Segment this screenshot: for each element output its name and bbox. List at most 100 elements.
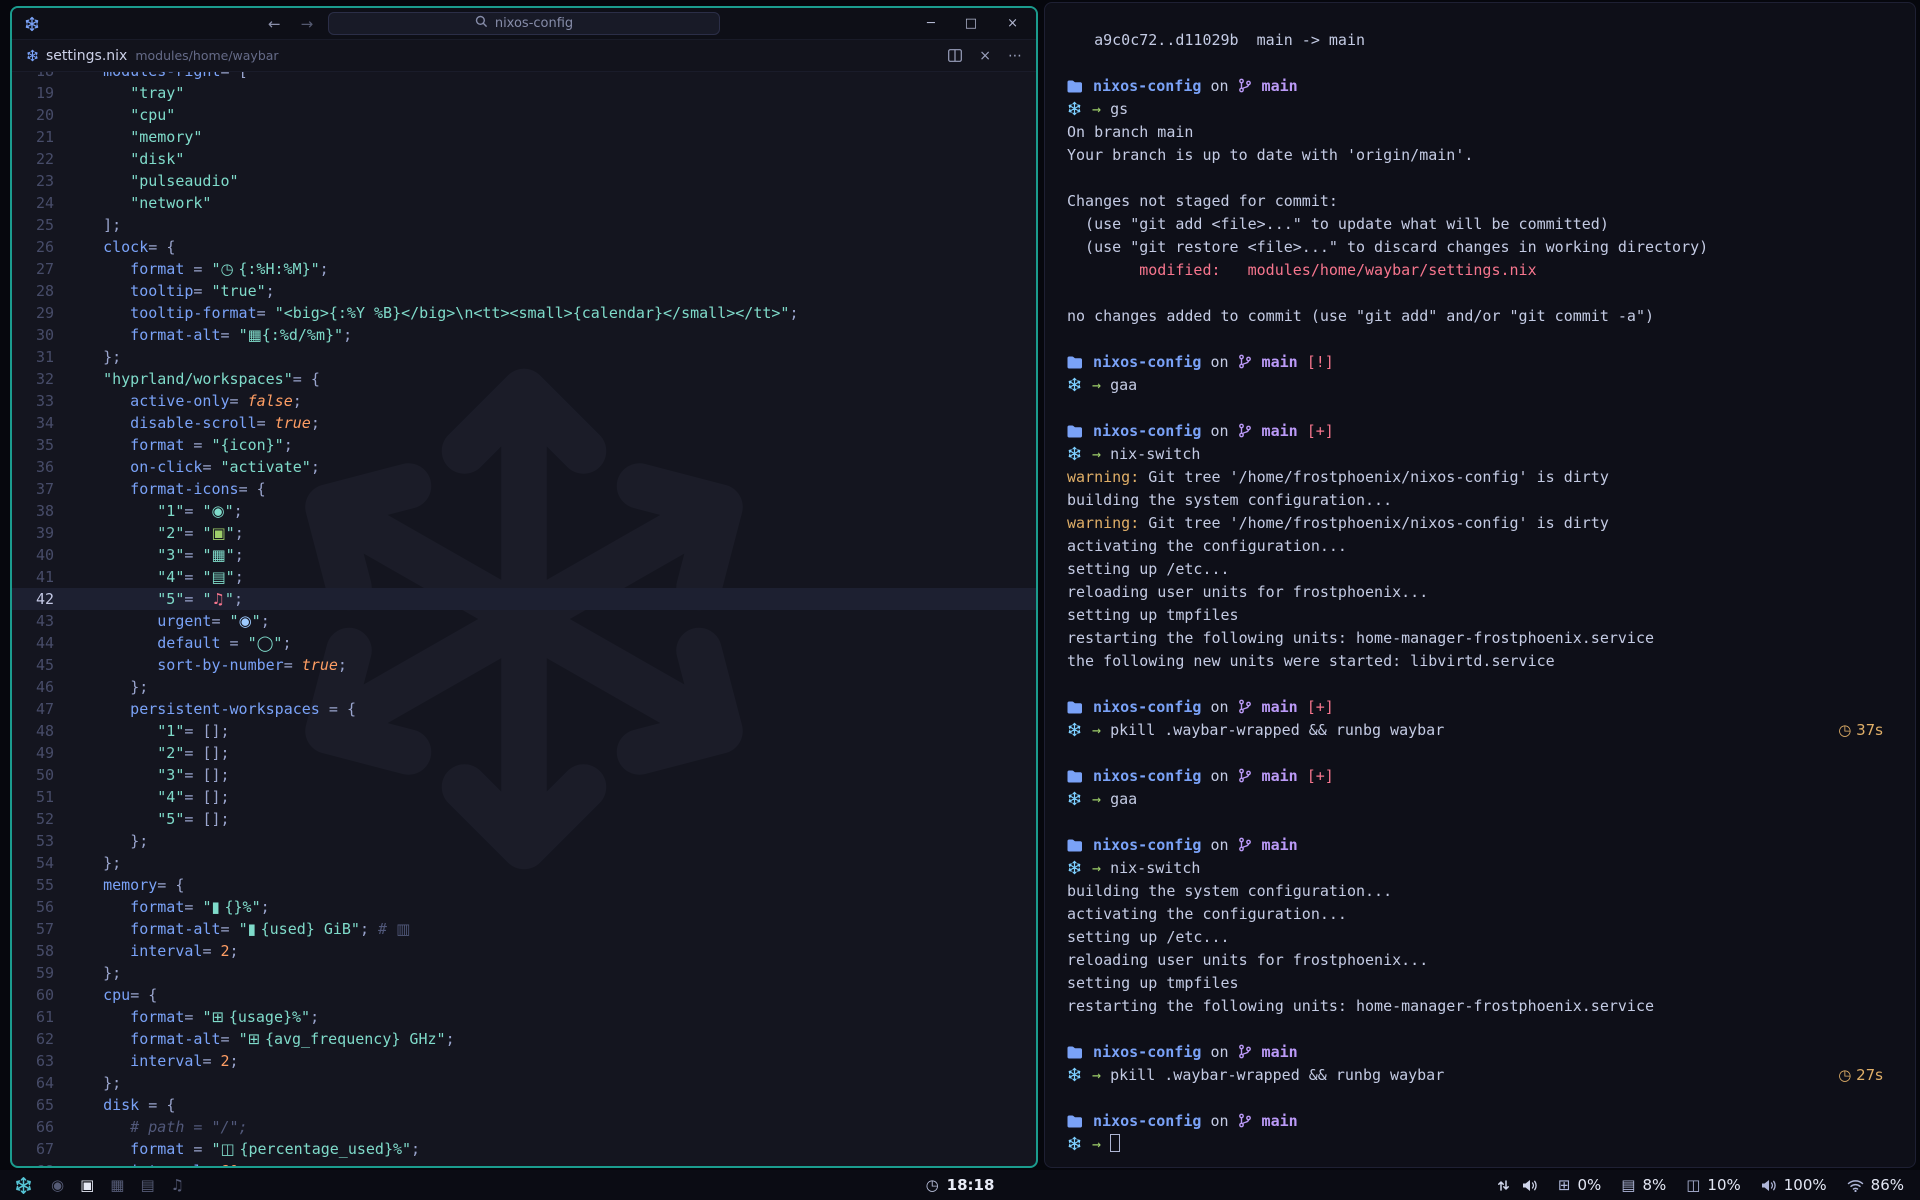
workspace-2-icon[interactable]: ▣ (80, 1176, 94, 1194)
command-center-search[interactable]: nixos-config (328, 12, 720, 35)
code-line[interactable]: 51 "4"= []; (12, 786, 1036, 808)
code-line[interactable]: 37 format-icons= { (12, 478, 1036, 500)
code-line[interactable]: 68 interval= 60; (12, 1160, 1036, 1166)
code-line[interactable]: 26 clock= { (12, 236, 1036, 258)
memory-icon: ▤ (1621, 1176, 1635, 1194)
terminal-line: building the system configuration... (1067, 880, 1889, 903)
terminal-line: → gaa (1067, 788, 1889, 811)
maximize-button[interactable]: □ (965, 16, 977, 31)
code-text: "pulseaudio" (76, 170, 239, 192)
split-editor-icon[interactable] (948, 49, 962, 62)
code-line[interactable]: 25 ]; (12, 214, 1036, 236)
terminal-line (1067, 282, 1889, 305)
tab-filename[interactable]: settings.nix (46, 48, 127, 64)
code-line[interactable]: 50 "3"= []; (12, 764, 1036, 786)
pulseaudio-module[interactable]: 100% (1761, 1176, 1827, 1194)
code-line[interactable]: 60 cpu= { (12, 984, 1036, 1006)
terminal-line: a9c0c72..d11029b main -> main (1067, 29, 1889, 52)
code-line[interactable]: 67 format = "◫ {percentage_used}%"; (12, 1138, 1036, 1160)
code-lines[interactable]: 18 modules-right= [19 "tray"20 "cpu"21 "… (12, 72, 1036, 1166)
minimize-button[interactable]: ─ (927, 16, 935, 31)
line-number: 52 (12, 808, 76, 830)
code-line[interactable]: 54 }; (12, 852, 1036, 874)
network-module[interactable]: 86% (1847, 1176, 1904, 1194)
code-text: }; (76, 1072, 121, 1094)
code-line[interactable]: 49 "2"= []; (12, 742, 1036, 764)
code-line[interactable]: 45 sort-by-number= true; (12, 654, 1036, 676)
workspace-5-icon[interactable]: ♫ (171, 1176, 184, 1194)
code-text: "5"= "♫"; (76, 588, 243, 610)
terminal-body[interactable]: a9c0c72..d11029b main -> main nixos-conf… (1045, 3, 1915, 1156)
code-line[interactable]: 55 memory= { (12, 874, 1036, 896)
memory-module[interactable]: ▤8% (1621, 1176, 1666, 1194)
code-line[interactable]: 18 modules-right= [ (12, 72, 1036, 82)
clock-icon: ◷ (926, 1176, 939, 1194)
code-line[interactable]: 44 default = "◯"; (12, 632, 1036, 654)
tray-volume-icon[interactable] (1522, 1179, 1538, 1192)
code-line[interactable]: 52 "5"= []; (12, 808, 1036, 830)
code-line[interactable]: 20 "cpu" (12, 104, 1036, 126)
code-line[interactable]: 63 interval= 2; (12, 1050, 1036, 1072)
code-line[interactable]: 33 active-only= false; (12, 390, 1036, 412)
code-text: active-only= false; (76, 390, 302, 412)
code-line[interactable]: 21 "memory" (12, 126, 1036, 148)
code-line[interactable]: 53 }; (12, 830, 1036, 852)
code-line[interactable]: 36 on-click= "activate"; (12, 456, 1036, 478)
code-line[interactable]: 28 tooltip= "true"; (12, 280, 1036, 302)
code-line[interactable]: 24 "network" (12, 192, 1036, 214)
workspace-1-icon[interactable]: ◉ (51, 1176, 64, 1194)
code-line[interactable]: 64 }; (12, 1072, 1036, 1094)
code-text: default = "◯"; (76, 632, 291, 654)
disk-module[interactable]: ◫10% (1686, 1176, 1741, 1194)
code-line[interactable]: 40 "3"= "▦"; (12, 544, 1036, 566)
code-line[interactable]: 23 "pulseaudio" (12, 170, 1036, 192)
line-number: 35 (12, 434, 76, 456)
code-line[interactable]: 43 urgent= "◉"; (12, 610, 1036, 632)
code-line[interactable]: 32 "hyprland/workspaces"= { (12, 368, 1036, 390)
code-line[interactable]: 42 "5"= "♫"; (12, 588, 1036, 610)
code-line[interactable]: 48 "1"= []; (12, 720, 1036, 742)
code-line[interactable]: 57 format-alt= "▮ {used} GiB"; # ▥ (12, 918, 1036, 940)
terminal-line: setting up /etc... (1067, 926, 1889, 949)
cpu-module[interactable]: ⊞0% (1558, 1176, 1601, 1194)
line-number: 38 (12, 500, 76, 522)
nixos-launcher-icon[interactable] (14, 1176, 33, 1195)
nav-back-icon[interactable]: ← (268, 15, 281, 33)
code-line[interactable]: 62 format-alt= "⊞ {avg_frequency} GHz"; (12, 1028, 1036, 1050)
code-line[interactable]: 59 }; (12, 962, 1036, 984)
line-number: 39 (12, 522, 76, 544)
code-text: "disk" (76, 148, 184, 170)
code-line[interactable]: 22 "disk" (12, 148, 1036, 170)
workspace-4-icon[interactable]: ▤ (140, 1176, 154, 1194)
code-line[interactable]: 19 "tray" (12, 82, 1036, 104)
terminal-line: (use "git add <file>..." to update what … (1067, 213, 1889, 236)
code-line[interactable]: 29 tooltip-format= "<big>{:%Y %B}</big>\… (12, 302, 1036, 324)
code-line[interactable]: 47 persistent-workspaces = { (12, 698, 1036, 720)
workspace-3-icon[interactable]: ▦ (110, 1176, 124, 1194)
nav-forward-icon[interactable]: → (301, 15, 314, 33)
code-line[interactable]: 58 interval= 2; (12, 940, 1036, 962)
code-line[interactable]: 35 format = "{icon}"; (12, 434, 1036, 456)
line-number: 34 (12, 412, 76, 434)
code-line[interactable]: 34 disable-scroll= true; (12, 412, 1036, 434)
folder-icon (1067, 701, 1083, 714)
code-line[interactable]: 30 format-alt= "▦{:%d/%m}"; (12, 324, 1036, 346)
code-line[interactable]: 61 format= "⊞ {usage}%"; (12, 1006, 1036, 1028)
code-line[interactable]: 46 }; (12, 676, 1036, 698)
code-line[interactable]: 65 disk = { (12, 1094, 1036, 1116)
more-actions-icon[interactable]: ⋯ (1008, 48, 1022, 64)
code-text: "hyprland/workspaces"= { (76, 368, 320, 390)
code-line[interactable]: 39 "2"= "▣"; (12, 522, 1036, 544)
tray-network-icon[interactable] (1497, 1179, 1510, 1192)
code-line[interactable]: 38 "1"= "◉"; (12, 500, 1036, 522)
system-tray (1497, 1179, 1538, 1192)
code-line[interactable]: 27 format = "◷ {:%H:%M}"; (12, 258, 1036, 280)
close-button[interactable]: × (1007, 16, 1018, 31)
close-editor-icon[interactable]: × (979, 48, 991, 64)
clock-module[interactable]: ◷ 18:18 (926, 1176, 995, 1194)
code-line[interactable]: 66 # path = "/"; (12, 1116, 1036, 1138)
code-line[interactable]: 41 "4"= "▤"; (12, 566, 1036, 588)
line-number: 65 (12, 1094, 76, 1116)
code-line[interactable]: 56 format= "▮ {}%"; (12, 896, 1036, 918)
code-line[interactable]: 31 }; (12, 346, 1036, 368)
